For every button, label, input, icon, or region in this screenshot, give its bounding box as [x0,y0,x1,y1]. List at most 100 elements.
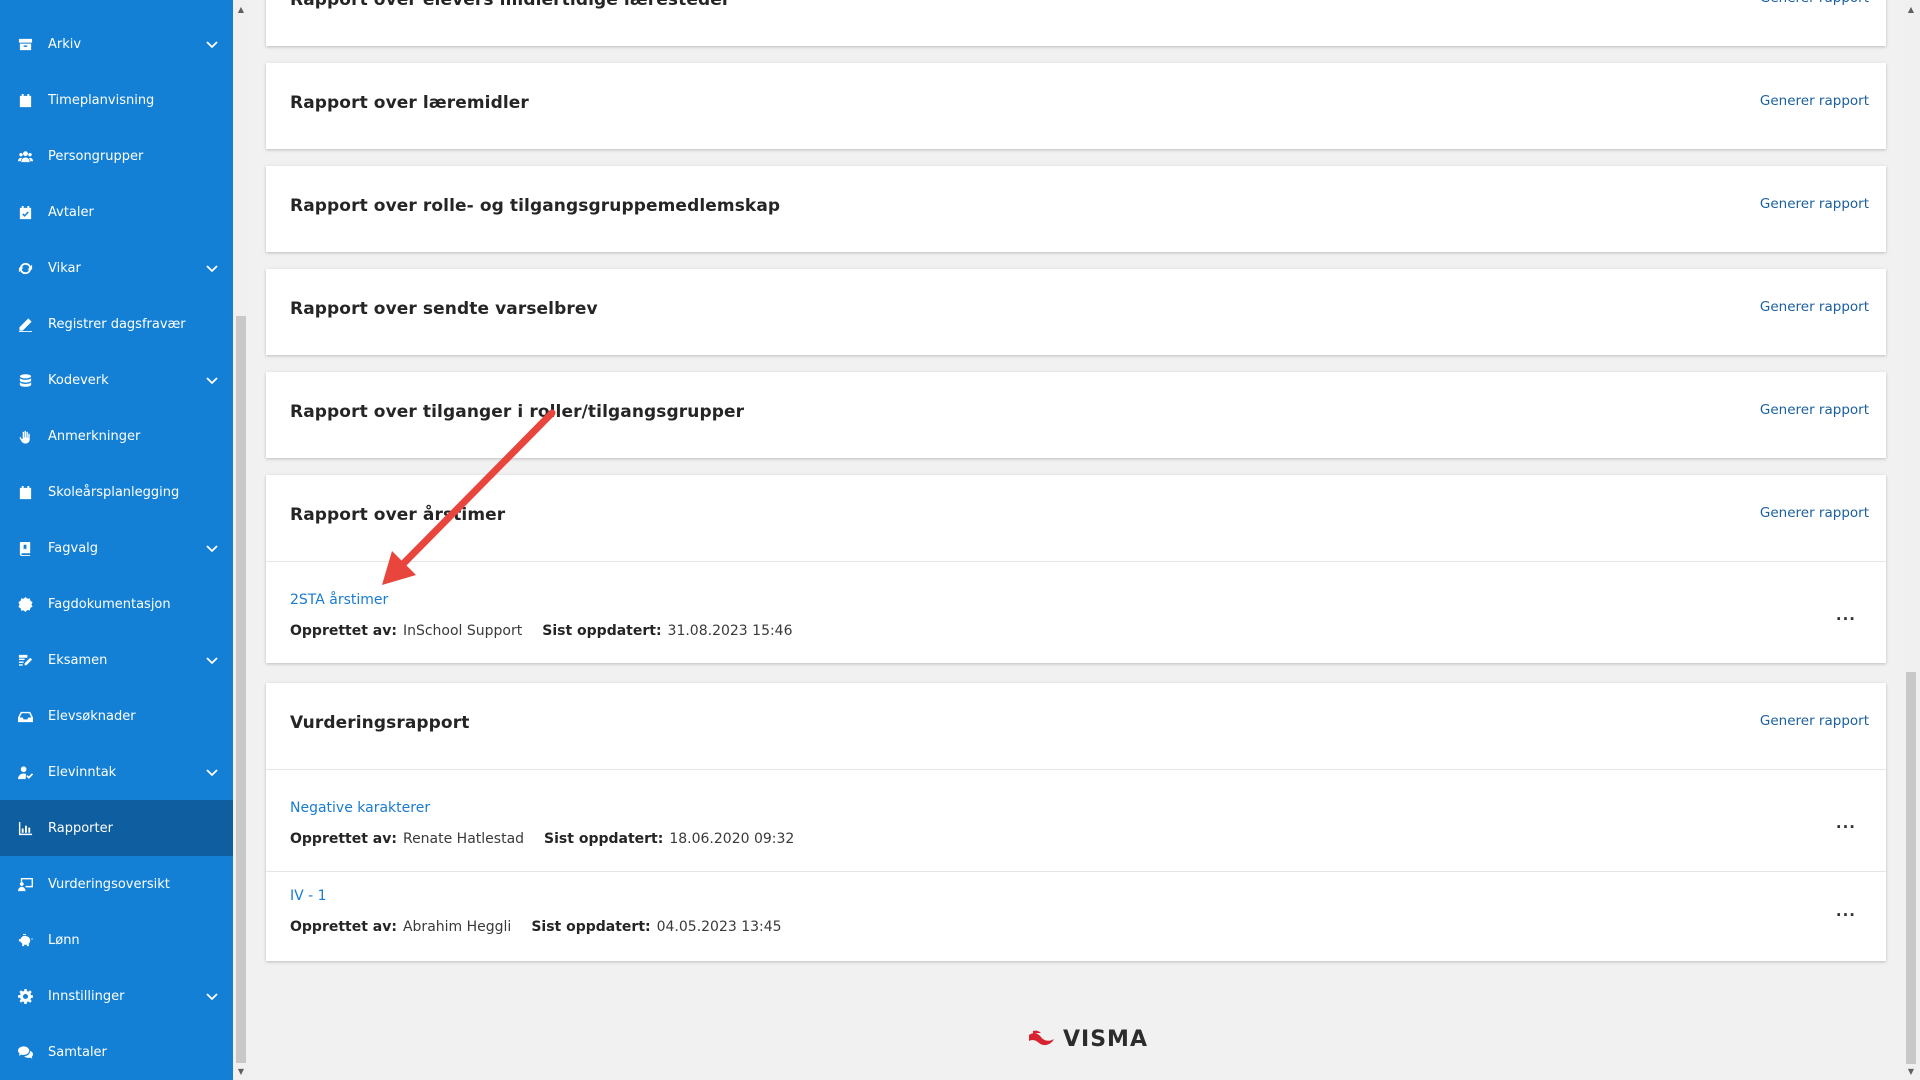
calendar-icon [17,92,33,108]
edit-document-icon [17,652,33,668]
sidebar-item-vurderingsoversikt[interactable]: Vurderingsoversikt [0,856,233,912]
generate-report-button[interactable]: Generer rapport [1760,299,1869,315]
scroll-down-arrow-icon[interactable]: ▼ [1903,1064,1919,1078]
sidebar-item-skolearsplanlegging[interactable]: Skoleårsplanlegging [0,464,233,520]
report-card: Rapport over elevers midlertidige lærest… [266,0,1886,46]
sidebar-item-elevinntak[interactable]: Elevinntak [0,744,233,800]
sidebar-item-eksamen[interactable]: Eksamen [0,632,233,688]
generate-report-button[interactable]: Generer rapport [1760,505,1869,521]
report-title: Vurderingsrapport [290,713,470,733]
updated-label: Sist oppdatert: [544,831,664,847]
piggy-bank-icon [17,932,33,948]
updated-value: 04.05.2023 13:45 [656,919,782,935]
archive-icon [17,36,33,52]
report-card: Rapport over årstimer Generer rapport 2S… [266,475,1886,663]
report-title: Rapport over tilganger i roller/tilgangs… [290,402,745,422]
sidebar-item-registrer-dagsfravaer[interactable]: Registrer dagsfravær [0,296,233,352]
report-card: Rapport over læremidler Generer rapport [266,63,1886,149]
database-icon [17,372,33,388]
sidebar-item-anmerkninger[interactable]: Anmerkninger [0,408,233,464]
sidebar-item-fagvalg[interactable]: Fagvalg [0,520,233,576]
generate-report-button[interactable]: Generer rapport [1760,713,1869,729]
report-title: Rapport over rolle- og tilgangsgruppemed… [290,196,781,216]
sidebar: Arkiv Timeplanvisning Persongrupper Avta… [0,0,233,1080]
presentation-icon [17,876,33,892]
page-scrollbar[interactable]: ▲ ▼ [1903,0,1920,1080]
report-card: Rapport over sendte varselbrev Generer r… [266,269,1886,355]
scroll-down-arrow-icon[interactable]: ▼ [233,1064,249,1078]
sidebar-scrollbar[interactable]: ▲ ▼ [233,0,249,1080]
sidebar-item-label: Elevsøknader [48,708,136,724]
sidebar-item-rapporter[interactable]: Rapporter [0,800,233,856]
bar-chart-icon [17,820,33,836]
sidebar-item-label: Anmerkninger [48,428,141,444]
sidebar-item-label: Arkiv [48,36,82,52]
sidebar-item-kodeverk[interactable]: Kodeverk [0,352,233,408]
chat-icon [17,1044,33,1060]
sidebar-item-label: Vikar [48,260,81,276]
created-by-value: Renate Hatlestad [402,831,525,847]
report-card: Rapport over tilganger i roller/tilgangs… [266,372,1886,458]
inbox-icon [17,708,33,724]
gear-icon [17,988,33,1004]
created-by-value: Abrahim Heggli [402,919,512,935]
sidebar-item-lonn[interactable]: Lønn [0,912,233,968]
generate-report-button[interactable]: Generer rapport [1760,402,1869,418]
generate-report-button[interactable]: Generer rapport [1760,0,1869,6]
report-card: Vurderingsrapport Generer rapport Negati… [266,683,1886,961]
sidebar-item-vikar[interactable]: Vikar [0,240,233,296]
page-scrollbar-thumb[interactable] [1906,672,1916,1064]
visma-logo: VISMA [1027,1027,1148,1052]
sidebar-item-innstillinger[interactable]: Innstillinger [0,968,233,1024]
reports-main: Rapport over elevers midlertidige lærest… [249,0,1903,1080]
user-check-icon [17,764,33,780]
report-title: Rapport over årstimer [290,505,506,525]
sidebar-item-label: Fagdokumentasjon [48,596,171,612]
users-icon [17,148,33,164]
report-title: Rapport over elevers midlertidige lærest… [290,0,731,10]
generate-report-button[interactable]: Generer rapport [1760,93,1869,109]
saved-report-meta: Opprettet av: Renate Hatlestad Sist oppdat… [290,831,814,847]
visma-wordmark: VISMA [1063,1027,1148,1052]
saved-report-link[interactable]: 2STA årstimer [290,592,388,608]
sidebar-item-label: Registrer dagsfravær [48,316,186,332]
sidebar-scrollbar-thumb[interactable] [236,316,246,1063]
saved-report-row: 2STA årstimer Opprettet av: InSchool Supp… [266,561,1886,662]
sidebar-item-label: Innstillinger [48,988,125,1004]
book-icon [17,540,33,556]
scroll-up-arrow-icon[interactable]: ▲ [1903,2,1919,16]
report-title: Rapport over sendte varselbrev [290,299,598,319]
more-options-icon[interactable]: ··· [1836,906,1856,924]
updated-value: 18.06.2020 09:32 [669,831,795,847]
sidebar-item-fagdokumentasjon[interactable]: Fagdokumentasjon [0,576,233,632]
sidebar-item-samtaler[interactable]: Samtaler [0,1024,233,1080]
sidebar-item-label: Skoleårsplanlegging [48,484,180,500]
updated-label: Sist oppdatert: [542,623,662,639]
sidebar-item-avtaler[interactable]: Avtaler [0,184,233,240]
sidebar-item-timeplanvisning[interactable]: Timeplanvisning [0,72,233,128]
saved-report-row: IV - 1 Opprettet av: Abrahim Heggli Sist o… [266,871,1886,961]
visma-logo-mark-icon [1029,1030,1054,1045]
created-by-label: Opprettet av: [290,919,397,935]
saved-report-link[interactable]: Negative karakterer [290,800,430,816]
more-options-icon[interactable]: ··· [1836,610,1856,628]
more-options-icon[interactable]: ··· [1836,818,1856,836]
badge-icon [17,596,33,612]
sidebar-item-label: Fagvalg [48,540,99,556]
sidebar-item-persongrupper[interactable]: Persongrupper [0,128,233,184]
chevron-down-icon [205,541,219,555]
sidebar-item-arkiv[interactable]: Arkiv [0,16,233,72]
calendar-icon [17,484,33,500]
scroll-up-arrow-icon[interactable]: ▲ [233,2,249,16]
sidebar-item-label: Samtaler [48,1044,107,1060]
saved-report-link[interactable]: IV - 1 [290,888,327,904]
chevron-down-icon [205,37,219,51]
updated-label: Sist oppdatert: [531,919,651,935]
created-by-label: Opprettet av: [290,831,397,847]
sidebar-item-label: Lønn [48,932,80,948]
sidebar-item-elevsoknader[interactable]: Elevsøknader [0,688,233,744]
sidebar-item-label: Persongrupper [48,148,144,164]
generate-report-button[interactable]: Generer rapport [1760,196,1869,212]
created-by-label: Opprettet av: [290,623,397,639]
created-by-value: InSchool Support [402,623,523,639]
